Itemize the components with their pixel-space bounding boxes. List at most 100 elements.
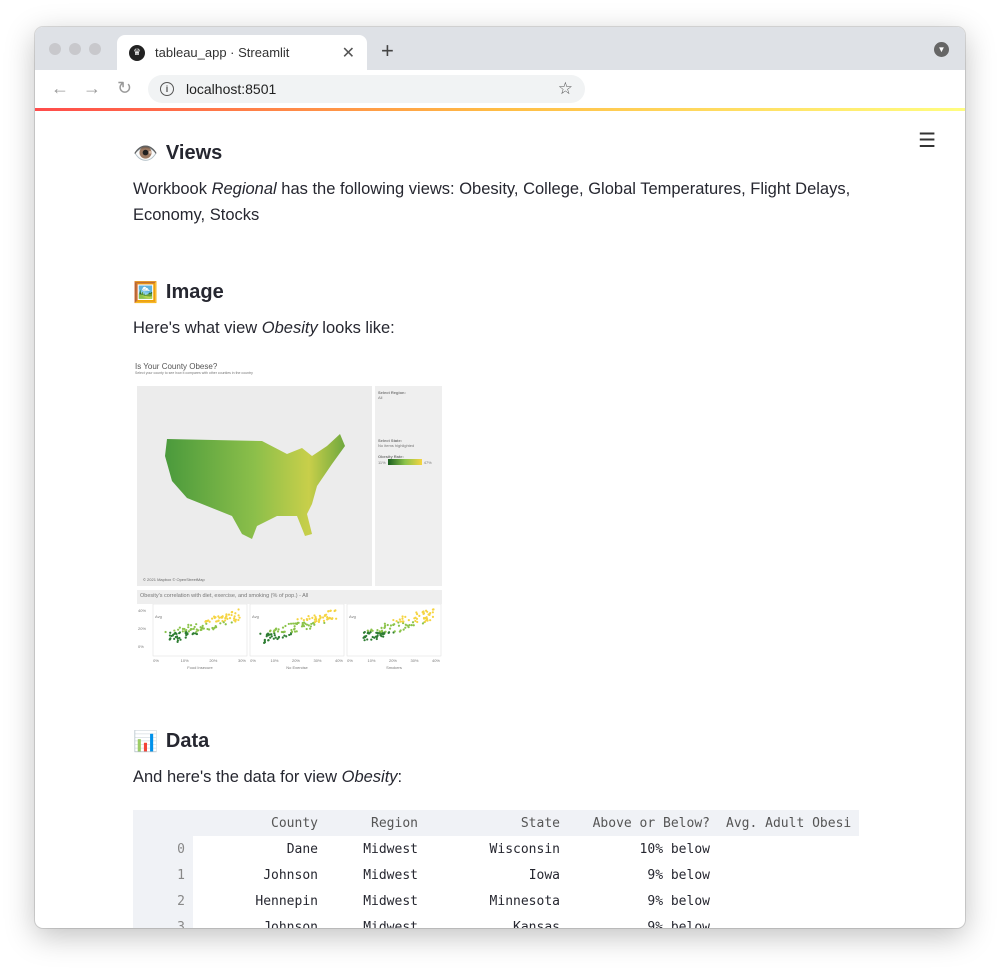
x-tick: 30% (313, 658, 321, 663)
table-cell[interactable] (718, 914, 859, 928)
scatter-point (429, 612, 432, 615)
scatter-point (266, 632, 270, 635)
table-cell[interactable]: 10% below (568, 836, 718, 862)
scatter-point (386, 623, 389, 627)
row-index: 2 (133, 888, 193, 914)
scatter-point (415, 613, 419, 616)
scatter-point (397, 624, 401, 627)
scatter-point (425, 619, 428, 622)
scatter-point (272, 637, 275, 640)
scatter-point (425, 616, 428, 619)
scatter-point (178, 636, 181, 640)
table-cell[interactable]: 9% below (568, 862, 718, 888)
scatter-point (232, 617, 236, 620)
table-cell[interactable]: Midwest (326, 888, 426, 914)
column-header[interactable]: State (426, 810, 568, 836)
table-row[interactable]: 1 Johnson Midwest Iowa 9% below (133, 862, 859, 888)
close-window-button[interactable] (49, 43, 61, 55)
scatter-point (294, 622, 297, 625)
table-cell[interactable]: Wisconsin (426, 836, 568, 862)
scatter-point (315, 619, 318, 623)
url-input[interactable]: i localhost:8501 ☆ (148, 75, 585, 103)
scatter-point (222, 621, 225, 624)
reload-icon[interactable]: ↻ (117, 78, 132, 99)
scatter-point (401, 615, 404, 618)
x-tick: 10% (367, 658, 375, 663)
rate-min: 11% (378, 459, 386, 465)
scatter-point (414, 619, 417, 623)
scatter-point (173, 637, 176, 640)
scatter-point (383, 622, 386, 625)
scatter-point (363, 639, 366, 642)
table-cell[interactable]: 9% below (568, 914, 718, 929)
scatter-point (429, 619, 432, 622)
scatter-point (432, 608, 435, 611)
scatter-point (282, 630, 286, 633)
column-header[interactable]: County (193, 810, 326, 836)
scatter-point (225, 613, 228, 616)
column-header[interactable]: Above or Below? (568, 810, 718, 836)
minimize-window-button[interactable] (69, 43, 81, 55)
data-table[interactable]: County Region State Above or Below? Avg.… (133, 810, 861, 928)
text: Here's what view (133, 319, 262, 337)
back-icon[interactable]: ← (51, 78, 69, 99)
scatter-point (305, 627, 308, 631)
new-tab-button[interactable]: + (381, 38, 394, 64)
rate-max: 47% (423, 459, 432, 465)
zoom-window-button[interactable] (89, 43, 101, 55)
table-cell[interactable] (718, 862, 859, 888)
scatter-point (164, 630, 167, 634)
table-cell[interactable]: Midwest (326, 914, 426, 929)
scatter-point (193, 625, 196, 629)
table-cell[interactable]: Hennepin (193, 888, 326, 914)
table-cell[interactable]: Midwest (326, 836, 426, 862)
info-icon[interactable]: i (160, 82, 174, 96)
table-cell[interactable]: Iowa (426, 862, 568, 888)
scatter-point (290, 630, 294, 633)
scatter-point (323, 614, 327, 617)
table-cell[interactable]: Kansas (426, 914, 568, 929)
framed-picture-icon: 🖼️ (133, 282, 158, 304)
scatter-point (413, 617, 416, 620)
scatter-point (273, 634, 276, 637)
column-header[interactable]: Region (326, 810, 426, 836)
table-row[interactable]: 2 Hennepin Midwest Minnesota 9% below (133, 888, 859, 914)
scatter-point (213, 615, 216, 618)
scatter-point (313, 614, 316, 617)
column-header[interactable]: Avg. Adult Obesi (718, 810, 860, 836)
scatter-point (393, 623, 396, 626)
scatter-point (375, 637, 378, 641)
scatter-point (363, 630, 366, 634)
table-cell[interactable]: 9% below (568, 888, 718, 914)
forward-icon[interactable]: → (83, 78, 101, 99)
table-cell[interactable]: Johnson (193, 914, 326, 929)
table-cell[interactable]: Dane (193, 836, 326, 862)
table-cell[interactable]: Minnesota (426, 888, 568, 914)
scatter-point (308, 617, 311, 620)
scatter-point (307, 615, 310, 618)
table-cell[interactable] (718, 836, 859, 862)
browser-tab[interactable]: ♛ tableau_app · Streamlit ✕ (117, 35, 367, 70)
table-row[interactable]: 0 Dane Midwest Wisconsin 10% below (133, 836, 859, 862)
table-cell[interactable]: Johnson (193, 862, 326, 888)
table-cell[interactable]: Midwest (326, 862, 426, 888)
scatter-point (330, 617, 334, 621)
image-text: Here's what view Obesity looks like: (133, 315, 861, 341)
profile-menu-icon[interactable]: ▼ (934, 42, 949, 57)
close-tab-icon[interactable]: ✕ (342, 43, 355, 63)
scatter-point (230, 621, 233, 624)
bookmark-star-icon[interactable]: ☆ (558, 79, 573, 99)
scatter-point (259, 632, 262, 635)
avg-label: Avg (349, 614, 356, 619)
scatter-point (404, 626, 407, 629)
hamburger-menu-icon[interactable]: ☰ (918, 128, 936, 153)
table-cell[interactable] (718, 888, 859, 914)
scatter-point (233, 615, 236, 618)
scatter-point (185, 631, 188, 634)
table-row[interactable]: 3 Johnson Midwest Kansas 9% below (133, 914, 859, 928)
scatter-point (281, 636, 284, 639)
scatter-point (221, 615, 224, 618)
scatter-point (380, 630, 383, 634)
scatter-point (207, 628, 211, 631)
scatter-point (176, 639, 180, 642)
